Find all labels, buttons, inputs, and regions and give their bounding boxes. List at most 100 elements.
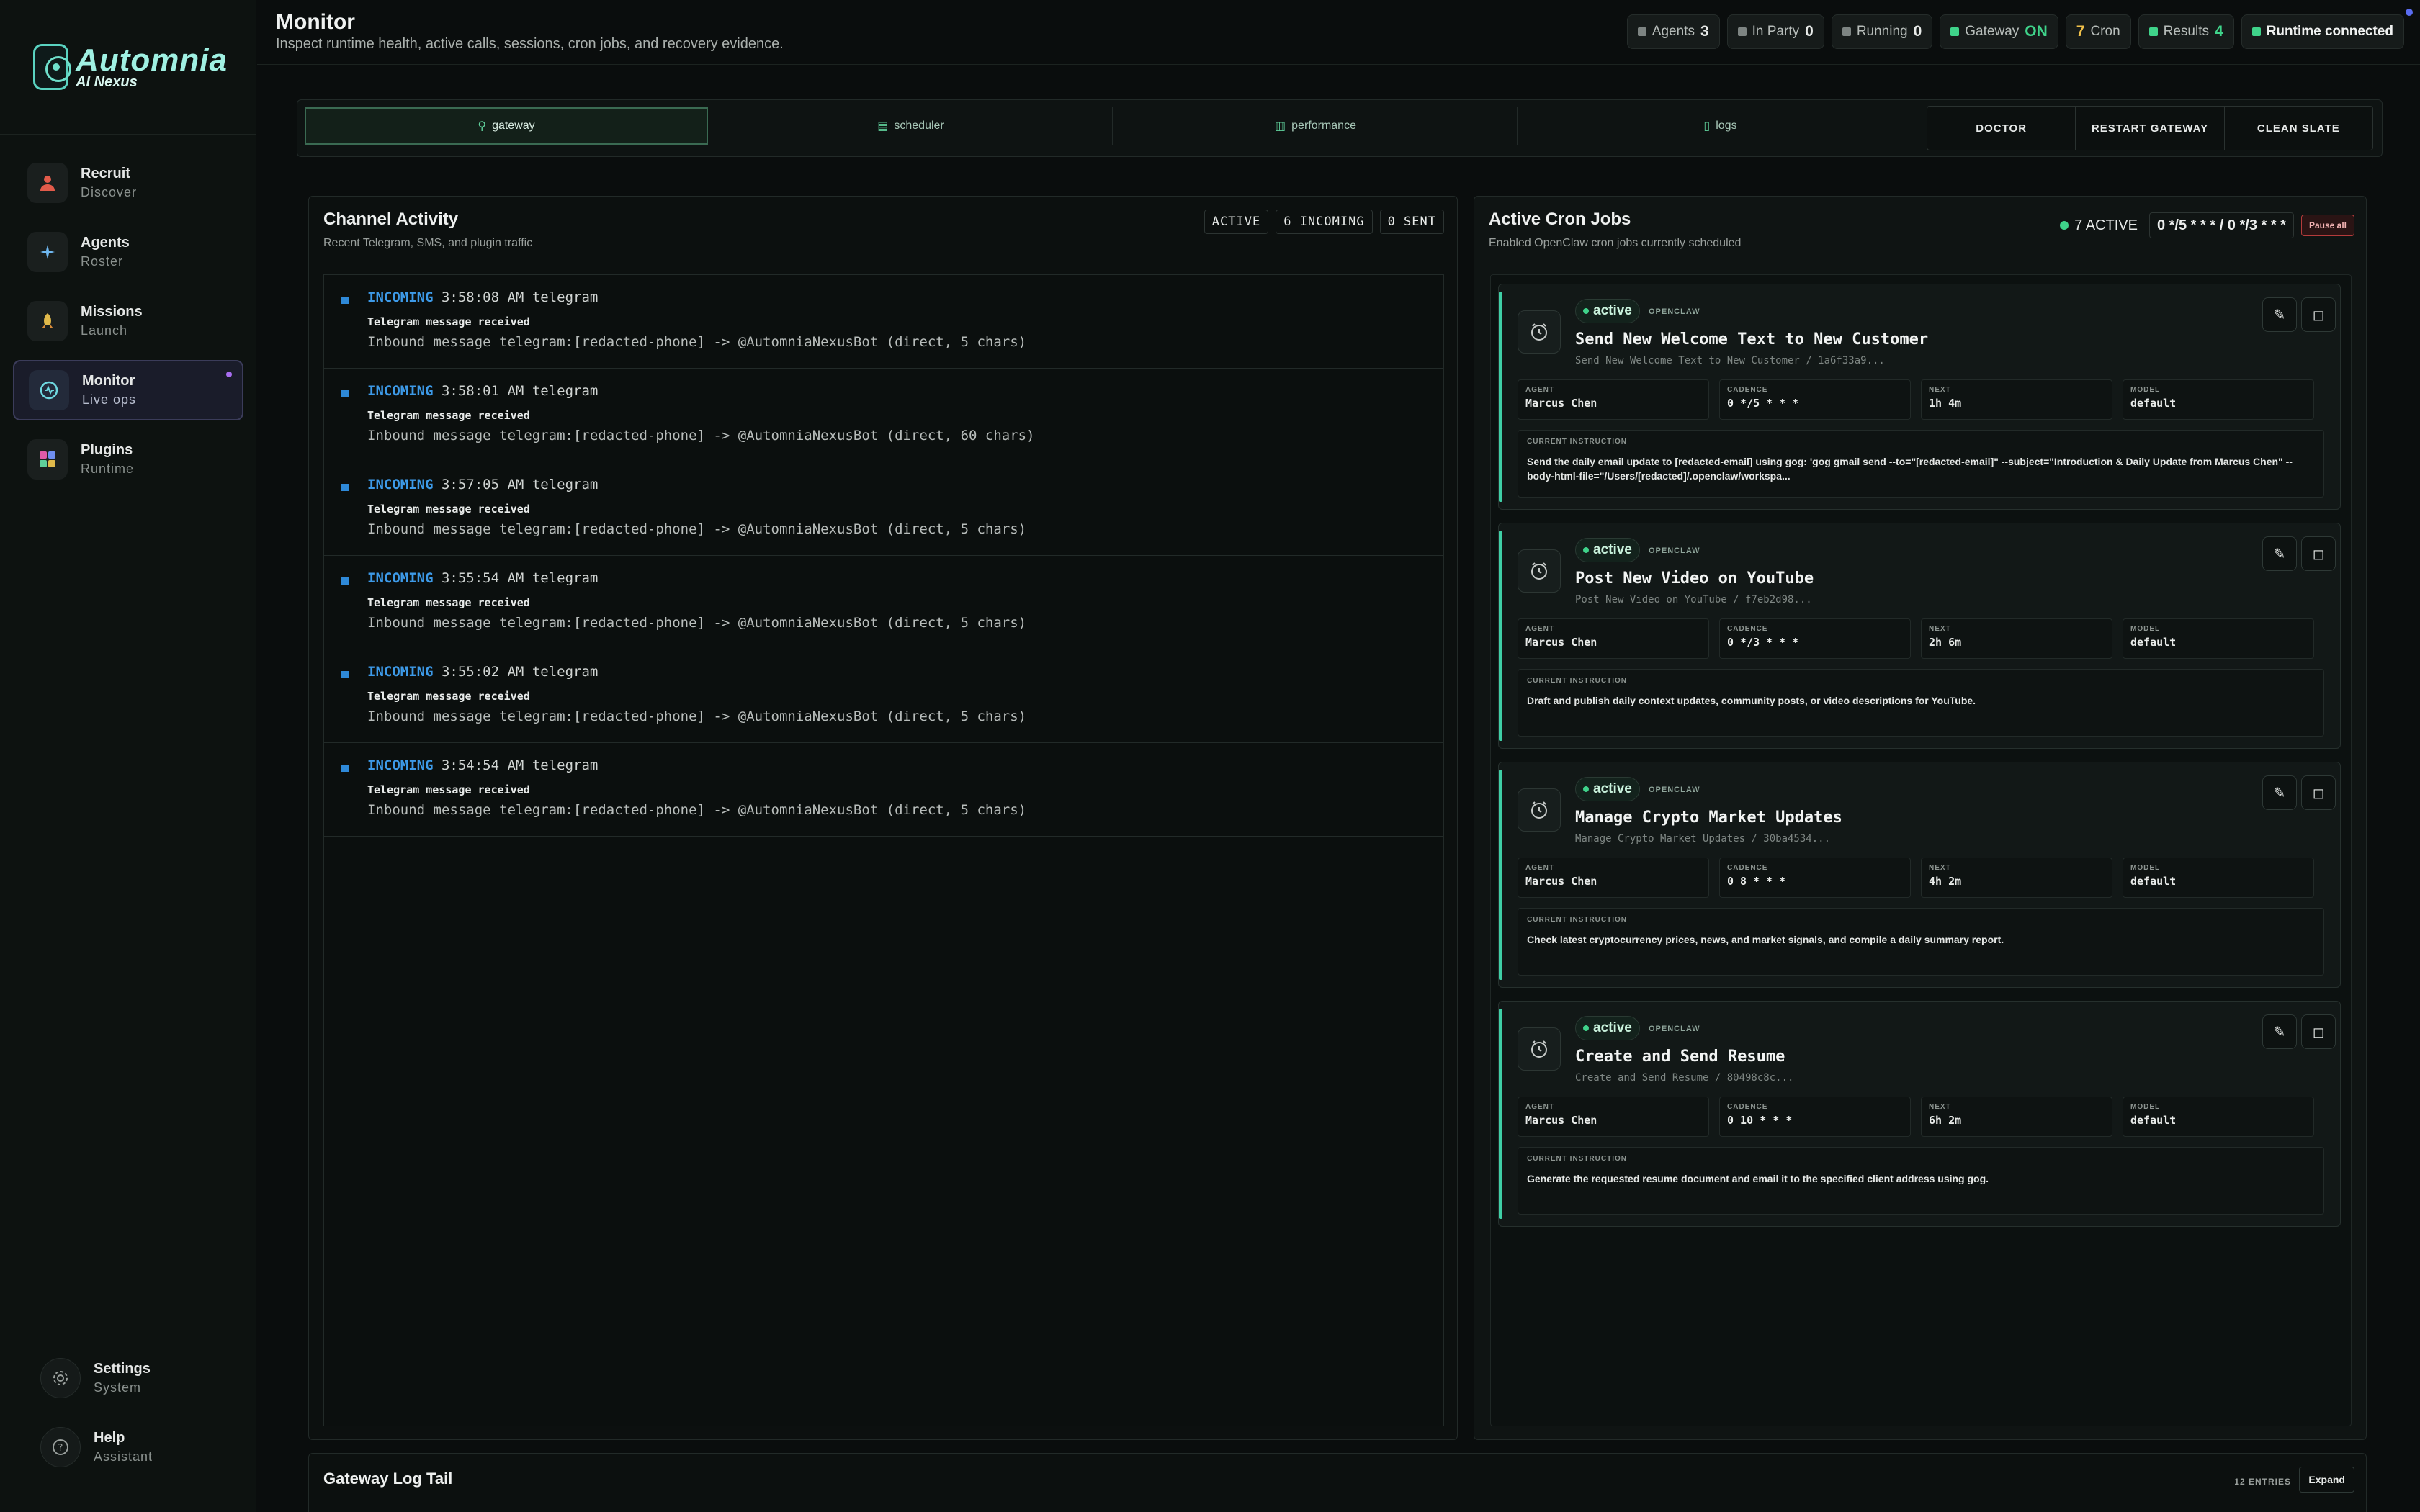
chip-running[interactable]: Running 0 — [1831, 14, 1933, 49]
instruction-box: CURRENT INSTRUCTION Check latest cryptocu… — [1518, 908, 2324, 976]
bullet-icon — [341, 390, 349, 397]
panel-title: Active Cron Jobs — [1489, 210, 1631, 229]
tab-performance[interactable]: ▥ performance — [1114, 107, 1518, 145]
status-dot-icon — [1583, 786, 1589, 792]
cron-job-card[interactable]: active OPENCLAW Send New Welcome Text to… — [1498, 284, 2341, 510]
plugin-icon — [27, 439, 68, 480]
document-icon: ▯ — [1703, 120, 1711, 132]
field-key: CURRENT INSTRUCTION — [1527, 677, 1627, 685]
list-item[interactable]: INCOMING 3:58:01 AM telegram Telegram me… — [324, 369, 1443, 462]
edit-button[interactable]: ✎ — [2262, 775, 2297, 810]
status-label: active — [1593, 542, 1632, 557]
stop-button[interactable]: ◻ — [2301, 775, 2336, 810]
stop-button[interactable]: ◻ — [2301, 536, 2336, 571]
event-detail: Inbound message telegram:[redacted-phone… — [367, 521, 1027, 537]
sidebar-item-recruit[interactable]: Recruit Discover — [13, 153, 243, 213]
sidebar-item-agents[interactable]: Agents Roster — [13, 222, 243, 282]
cron-badges: 7 ACTIVE 0 */5 * * * / 0 */3 * * * Pause… — [2060, 212, 2354, 238]
event-direction: INCOMING — [367, 570, 434, 586]
source-label: OPENCLAW — [1649, 786, 1700, 794]
expand-button[interactable]: Expand — [2299, 1467, 2354, 1493]
field-key: CADENCE — [1727, 625, 1768, 633]
event-title: Telegram message received — [367, 315, 530, 328]
field-key: AGENT — [1525, 625, 1554, 633]
tab-gateway[interactable]: ⚲ gateway — [305, 107, 708, 145]
edit-button[interactable]: ✎ — [2262, 1014, 2297, 1049]
clean-slate-button[interactable]: CLEAN SLATE — [2225, 107, 2372, 150]
app-logo[interactable]: Automnia AI Nexus — [33, 43, 228, 91]
divider — [0, 134, 256, 135]
list-item[interactable]: INCOMING 3:55:02 AM telegram Telegram me… — [324, 649, 1443, 743]
gateway-log-tail-panel: Gateway Log Tail 12 ENTRIES Expand — [308, 1453, 2367, 1512]
model-field: MODEL default — [2123, 379, 2314, 420]
logo-mark-icon — [33, 44, 72, 90]
status-square-icon — [1950, 27, 1960, 36]
edit-button[interactable]: ✎ — [2262, 536, 2297, 571]
network-icon: ⚲ — [478, 120, 487, 132]
list-item[interactable]: INCOMING 3:55:54 AM telegram Telegram me… — [324, 556, 1443, 649]
bullet-icon — [341, 765, 349, 772]
logo-title: Automnia — [76, 42, 228, 78]
list-item[interactable]: INCOMING 3:58:08 AM telegram Telegram me… — [324, 275, 1443, 369]
list-item[interactable]: INCOMING 3:57:05 AM telegram Telegram me… — [324, 462, 1443, 556]
status-badge: active — [1575, 299, 1640, 323]
bullet-icon — [341, 577, 349, 585]
status-dot-icon — [1583, 547, 1589, 553]
cron-job-card[interactable]: active OPENCLAW Manage Crypto Market Upd… — [1498, 762, 2341, 988]
event-detail: Inbound message telegram:[redacted-phone… — [367, 334, 1027, 350]
doctor-button[interactable]: DOCTOR — [1927, 107, 2076, 150]
pencil-icon: ✎ — [2273, 1024, 2286, 1040]
source-label: OPENCLAW — [1649, 546, 1700, 555]
stop-button[interactable]: ◻ — [2301, 1014, 2336, 1049]
field-key: MODEL — [2130, 1103, 2161, 1111]
sent-count-badge: 0 SENT — [1379, 210, 1444, 234]
incoming-count-badge: 6 INCOMING — [1276, 210, 1373, 234]
chip-gateway[interactable]: Gateway ON — [1940, 14, 2058, 49]
job-id: Create and Send Resume / 80498c8c... — [1575, 1072, 1794, 1084]
field-value: Marcus Chen — [1525, 397, 1597, 410]
pause-all-button[interactable]: Pause all — [2300, 215, 2354, 236]
chip-label: Cron — [2090, 24, 2120, 39]
channel-event-list: INCOMING 3:58:08 AM telegram Telegram me… — [323, 274, 1444, 1426]
chip-in-party[interactable]: In Party 0 — [1726, 14, 1824, 49]
chip-agents[interactable]: Agents 3 — [1626, 14, 1720, 49]
chip-results[interactable]: Results 4 — [2138, 14, 2234, 49]
event-direction: INCOMING — [367, 757, 434, 773]
agent-field: AGENT Marcus Chen — [1518, 618, 1709, 659]
agent-field: AGENT Marcus Chen — [1518, 1097, 1709, 1137]
tab-logs[interactable]: ▯ logs — [1519, 107, 1922, 145]
sidebar-item-label: Monitor — [82, 373, 135, 389]
event-channel: telegram — [532, 570, 599, 586]
panel-title: Channel Activity — [323, 210, 459, 229]
chip-runtime-connected[interactable]: Runtime connected — [2241, 14, 2404, 49]
tab-scheduler[interactable]: ▤ scheduler — [709, 107, 1113, 145]
sidebar-item-missions[interactable]: Missions Launch — [13, 291, 243, 351]
next-field: NEXT 2h 6m — [1921, 618, 2112, 659]
restart-gateway-button[interactable]: RESTART GATEWAY — [2076, 107, 2225, 150]
person-icon — [27, 163, 68, 203]
instruction-box: CURRENT INSTRUCTION Send the daily email … — [1518, 430, 2324, 498]
event-direction: INCOMING — [367, 289, 434, 305]
sidebar-item-label: Recruit — [81, 166, 130, 181]
cron-job-card[interactable]: active OPENCLAW Create and Send Resume C… — [1498, 1001, 2341, 1227]
cron-job-card[interactable]: active OPENCLAW Post New Video on YouTub… — [1498, 523, 2341, 749]
event-detail: Inbound message telegram:[redacted-phone… — [367, 428, 1035, 444]
sidebar-item-settings[interactable]: Settings System — [40, 1358, 151, 1398]
edit-button[interactable]: ✎ — [2262, 297, 2297, 332]
sidebar-item-plugins[interactable]: Plugins Runtime — [13, 429, 243, 490]
field-value: 1h 4m — [1929, 397, 1962, 410]
chip-label: Gateway — [1965, 24, 2020, 39]
sidebar-item-sub: Discover — [81, 185, 138, 199]
sidebar-item-label: Agents — [81, 235, 130, 251]
sidebar-item-help[interactable]: ? Help Assistant — [40, 1427, 153, 1467]
instruction-text: Check latest cryptocurrency prices, news… — [1527, 934, 2004, 945]
stop-button[interactable]: ◻ — [2301, 297, 2336, 332]
chip-value: 4 — [2215, 23, 2223, 40]
list-item[interactable]: INCOMING 3:54:54 AM telegram Telegram me… — [324, 743, 1443, 837]
status-label: active — [1593, 781, 1632, 796]
field-key: CADENCE — [1727, 386, 1768, 394]
chip-cron[interactable]: 7 Cron — [2065, 14, 2131, 49]
field-key: MODEL — [2130, 864, 2161, 872]
sidebar-item-monitor[interactable]: Monitor Live ops — [13, 360, 243, 420]
field-value: Marcus Chen — [1525, 636, 1597, 649]
